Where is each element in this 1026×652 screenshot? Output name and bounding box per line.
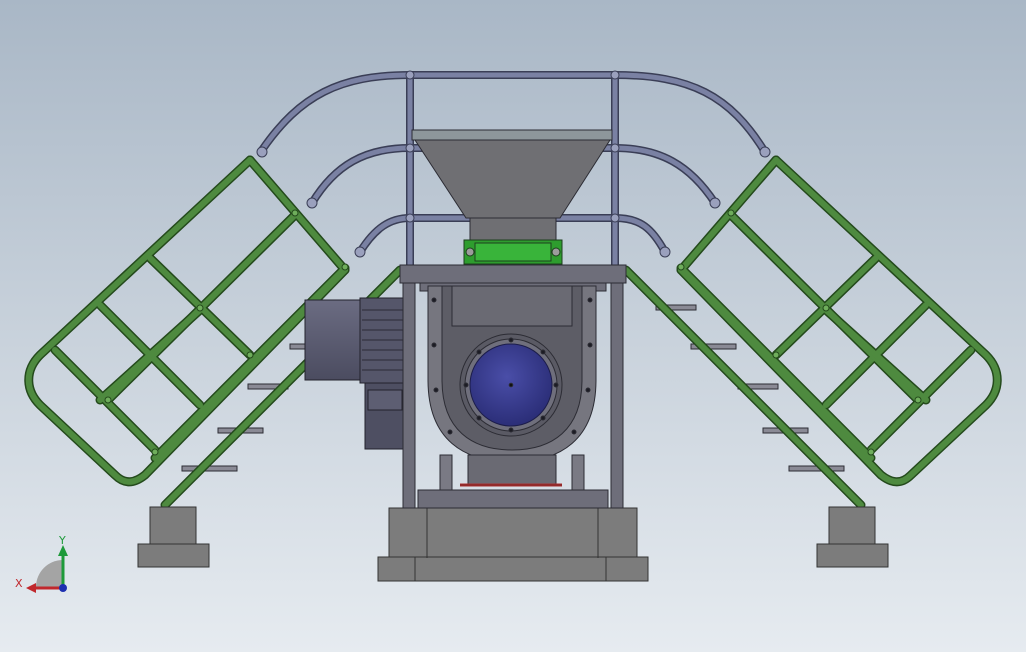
triad-y-label: Y	[58, 534, 66, 547]
triad-x-label: X	[15, 577, 23, 590]
hopper-coupling	[463, 239, 563, 265]
triad-z-axis	[59, 584, 67, 592]
center-foundation	[377, 507, 649, 582]
cad-viewport[interactable]: Y X	[0, 0, 1026, 652]
cad-model-view: Y X	[0, 0, 1026, 652]
